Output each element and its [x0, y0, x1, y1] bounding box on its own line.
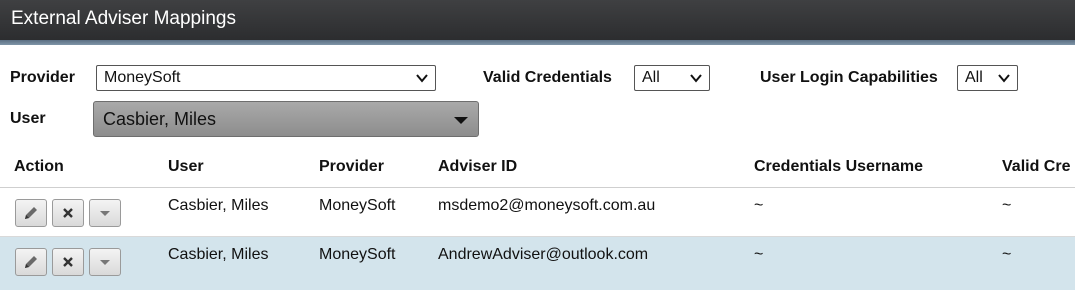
- delete-button[interactable]: [52, 199, 84, 227]
- column-header-user[interactable]: User: [168, 158, 204, 176]
- cell-credentials-username: ~: [754, 197, 764, 214]
- provider-select-value: MoneySoft: [104, 69, 181, 86]
- table-row: Casbier, Miles MoneySoft AndrewAdviser@o…: [0, 237, 1075, 290]
- user-select[interactable]: Casbier, Miles: [93, 101, 479, 137]
- user-login-capabilities-label: User Login Capabilities: [760, 69, 938, 86]
- column-header-action: Action: [14, 158, 64, 175]
- cell-credentials-username: ~: [754, 246, 764, 263]
- valid-credentials-label: Valid Credentials: [483, 69, 612, 86]
- cell-user: Casbier, Miles: [168, 197, 269, 214]
- x-icon: [63, 257, 73, 267]
- chevron-down-icon: [690, 74, 702, 83]
- user-login-capabilities-value: All: [965, 69, 983, 86]
- caret-down-icon: [100, 211, 110, 216]
- column-header-provider[interactable]: Provider: [319, 158, 384, 176]
- column-header-adviser-id[interactable]: Adviser ID: [438, 158, 517, 176]
- cell-valid-credentials: ~: [1002, 246, 1012, 263]
- pencil-icon: [25, 256, 37, 268]
- column-header-valid-credentials[interactable]: Valid Cre: [1002, 158, 1070, 176]
- chevron-down-icon: [998, 74, 1010, 83]
- chevron-down-icon: [416, 74, 428, 83]
- table-row: Casbier, Miles MoneySoft msdemo2@moneyso…: [0, 188, 1075, 236]
- provider-select[interactable]: MoneySoft: [96, 65, 436, 91]
- user-select-value: Casbier, Miles: [103, 109, 217, 129]
- valid-credentials-value: All: [642, 69, 660, 86]
- page-title: External Adviser Mappings: [11, 8, 236, 29]
- more-actions-button[interactable]: [89, 199, 121, 227]
- edit-button[interactable]: [15, 248, 47, 276]
- edit-button[interactable]: [15, 199, 47, 227]
- cell-provider: MoneySoft: [319, 246, 396, 263]
- cell-adviser-id: AndrewAdviser@outlook.com: [438, 246, 649, 263]
- cell-adviser-id: msdemo2@moneysoft.com.au: [438, 197, 656, 214]
- pencil-icon: [25, 207, 37, 219]
- page-title-bar: External Adviser Mappings: [0, 0, 1075, 40]
- column-header-credentials-username[interactable]: Credentials Username: [754, 158, 923, 176]
- user-label: User: [10, 110, 46, 127]
- valid-credentials-select[interactable]: All: [634, 65, 710, 91]
- caret-down-icon: [100, 260, 110, 265]
- more-actions-button[interactable]: [89, 248, 121, 276]
- caret-down-icon: [454, 117, 468, 124]
- cell-provider: MoneySoft: [319, 197, 396, 214]
- title-divider: [0, 40, 1075, 45]
- provider-label: Provider: [10, 69, 75, 86]
- x-icon: [63, 208, 73, 218]
- cell-valid-credentials: ~: [1002, 197, 1012, 214]
- delete-button[interactable]: [52, 248, 84, 276]
- cell-user: Casbier, Miles: [168, 246, 269, 263]
- user-login-capabilities-select[interactable]: All: [957, 65, 1018, 91]
